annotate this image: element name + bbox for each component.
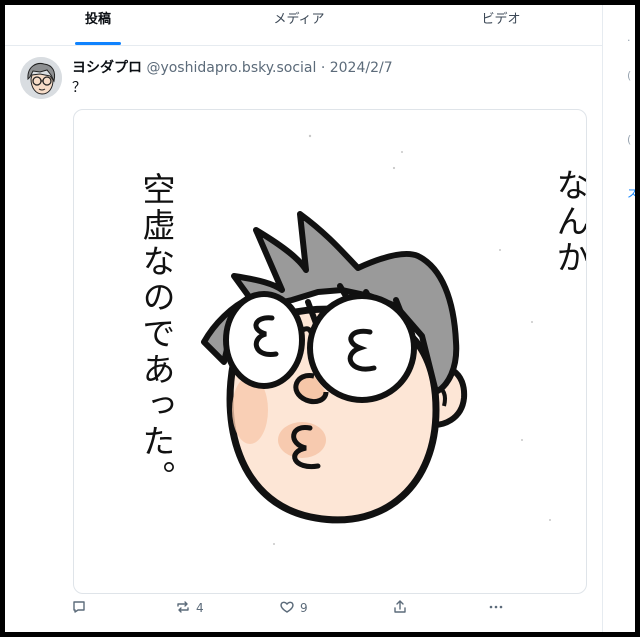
sidebar-fragment: ( [627, 133, 632, 146]
active-tab-indicator [75, 42, 121, 45]
header-separator: · [320, 60, 326, 76]
tab-media[interactable]: メディア [249, 5, 349, 45]
post-actions: 4 9 [5, 598, 602, 622]
heart-icon [279, 599, 295, 618]
tab-videos[interactable]: ビデオ [451, 5, 551, 45]
share-button[interactable] [392, 598, 408, 618]
reply-button[interactable] [71, 598, 87, 618]
sidebar-fragment: ( [627, 69, 632, 82]
post-text: ？ [72, 80, 86, 96]
tab-posts-label: 投稿 [84, 12, 111, 27]
reply-icon [71, 599, 87, 618]
repost-icon [175, 599, 191, 618]
right-sidebar-edge: · ( ( ス [603, 5, 635, 632]
author-name[interactable]: ヨシダプロ [72, 60, 142, 76]
tab-media-label: メディア [273, 12, 325, 27]
repost-button[interactable]: 4 [175, 598, 204, 618]
author-handle[interactable]: @yoshidapro.bsky.social [146, 60, 316, 76]
app-frame: 投稿 メディア ビデオ · ( ( ス ヨシダプロ @yoshidapro.bs… [5, 5, 635, 632]
image-caption-right: なんか [551, 168, 587, 276]
share-icon [392, 599, 408, 618]
tab-posts[interactable]: 投稿 [48, 5, 148, 45]
avatar-face-icon [20, 57, 62, 99]
like-button[interactable]: 9 [279, 598, 308, 618]
more-icon [488, 599, 504, 618]
image-caption-left: 空虚なのであった。 [137, 172, 176, 496]
avatar[interactable] [20, 57, 62, 99]
repost-count: 4 [196, 601, 204, 615]
post-header: ヨシダプロ @yoshidapro.bsky.social · 2024/2/7 [72, 57, 393, 77]
like-count: 9 [300, 601, 308, 615]
tab-videos-label: ビデオ [481, 12, 521, 27]
post-date[interactable]: 2024/2/7 [330, 60, 393, 76]
post-image[interactable]: 空虚なのであった。 なんか [73, 109, 587, 594]
profile-tab-bar: 投稿 メディア ビデオ [5, 5, 602, 46]
sidebar-fragment: · [627, 34, 631, 47]
sidebar-fragment: ス [627, 187, 635, 200]
more-options-button[interactable] [488, 598, 504, 618]
